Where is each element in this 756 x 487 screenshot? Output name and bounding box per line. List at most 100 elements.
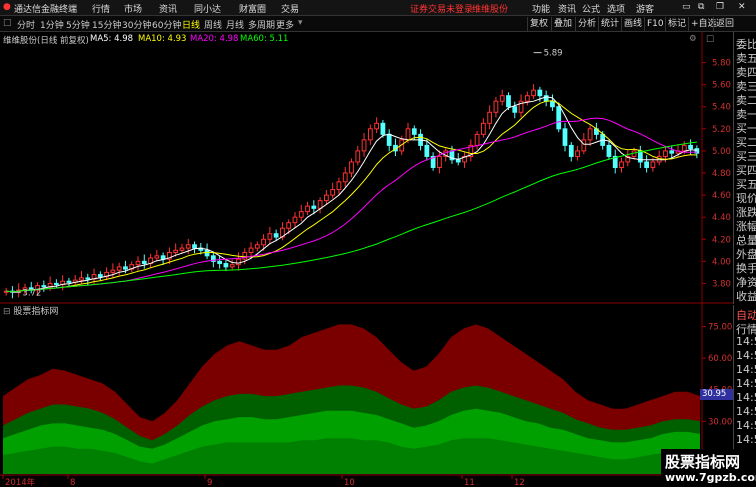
- price-tick-label: 4.00: [712, 257, 731, 267]
- indicator-tick-label: 60.00: [708, 354, 732, 364]
- expand-icon[interactable]: □: [706, 34, 714, 44]
- candle-body: [550, 100, 555, 108]
- menu-wealth[interactable]: 财富圈: [239, 2, 266, 15]
- candle-body: [581, 139, 587, 152]
- stock-name-link[interactable]: 维维股份: [472, 2, 508, 15]
- indicator-icon: ⊟: [3, 307, 14, 317]
- stats-button[interactable]: 统计: [598, 17, 621, 31]
- mark-button[interactable]: 标记: [665, 17, 688, 31]
- tab-period-60min[interactable]: 60分钟: [152, 18, 181, 31]
- candle-body: [267, 233, 273, 240]
- candle-body: [154, 255, 160, 259]
- candle-body: [663, 150, 668, 157]
- candle-body: [499, 95, 505, 102]
- x-tick-label: 8: [70, 478, 75, 487]
- menu-trade[interactable]: 交易: [281, 2, 299, 15]
- candle-body: [644, 161, 650, 168]
- candle-body: [185, 244, 191, 249]
- candle-body: [135, 260, 141, 266]
- candle-body: [28, 287, 34, 291]
- draw-button[interactable]: 画线: [621, 17, 644, 31]
- candle-body: [60, 280, 66, 286]
- candle-body: [167, 252, 172, 260]
- tab-period-daily[interactable]: 日线: [182, 18, 200, 31]
- tab-period-15min[interactable]: 15分钟: [92, 18, 121, 31]
- adjust-button[interactable]: 复权: [527, 17, 550, 31]
- candle-body: [261, 238, 266, 246]
- candle-body: [292, 216, 298, 224]
- close-icon[interactable]: ✕: [738, 2, 746, 12]
- x-tick-label: 10: [344, 478, 355, 487]
- tab-period-1min[interactable]: 1分钟: [40, 18, 64, 31]
- ma10-label: MA10: 4.93: [138, 34, 187, 44]
- candle-body: [537, 89, 543, 97]
- overlay-button[interactable]: 叠加: [551, 17, 574, 31]
- candle-body: [606, 144, 612, 157]
- menu-quotes[interactable]: 行情: [92, 2, 110, 15]
- candle-body: [204, 249, 210, 257]
- candle-body: [405, 128, 411, 141]
- tab-period-30min[interactable]: 30分钟: [122, 18, 151, 31]
- menu-options[interactable]: 选项: [607, 2, 625, 15]
- chevron-down-icon[interactable]: ▾: [298, 18, 303, 28]
- candle-body: [173, 249, 179, 254]
- menu-info[interactable]: 资讯: [558, 2, 576, 15]
- candle-body: [123, 266, 128, 270]
- watermark: 股票指标网 www.7gpzb.com: [661, 449, 756, 487]
- ma-info-bar: 维维股份(日线 前复权) MA5: 4.98 MA10: 4.93 MA20: …: [0, 32, 732, 46]
- tab-period-5min[interactable]: 5分钟: [66, 18, 90, 31]
- menu-tongxiaoda[interactable]: 同小达: [194, 2, 221, 15]
- tab-period-more[interactable]: 更多: [276, 18, 294, 31]
- main-chart-svg: 3.80 4.00 4.20 4.40 4.60 4.80 5.00 5.20 5.40 5.60…: [0, 32, 733, 487]
- candle-body: [455, 159, 461, 163]
- x-tick-label: 11: [464, 478, 475, 487]
- candle-body: [254, 244, 260, 249]
- window-icon[interactable]: ⧉: [698, 2, 704, 12]
- candle-body: [443, 150, 449, 157]
- candle-body: [141, 260, 147, 265]
- restore-icon[interactable]: ❐: [716, 2, 724, 12]
- menu-formula[interactable]: 公式: [582, 2, 600, 15]
- candle-body: [480, 122, 486, 135]
- f10-button[interactable]: F10: [644, 17, 666, 31]
- ma-line: [6, 96, 697, 293]
- candle-body: [210, 255, 216, 262]
- candle-body: [104, 271, 109, 278]
- price-tick-label: 5.60: [712, 81, 731, 91]
- candle-body: [116, 266, 122, 271]
- minimize-icon[interactable]: ▭: [682, 2, 691, 12]
- candle-body: [418, 133, 423, 146]
- analysis-button[interactable]: 分析: [575, 17, 598, 31]
- login-alert[interactable]: 证券交易未登录: [410, 2, 473, 15]
- candle-body: [160, 255, 166, 260]
- candle-body: [286, 222, 292, 229]
- menu-function[interactable]: 功能: [532, 2, 550, 15]
- ma20-label: MA20: 4.98: [190, 34, 239, 44]
- layout-icon[interactable]: □: [3, 18, 12, 28]
- candle-body: [280, 227, 285, 238]
- candle-body: [236, 258, 241, 266]
- indicator-tick-label: 75.00: [708, 323, 732, 333]
- candle-body: [650, 161, 656, 168]
- tab-period-weekly[interactable]: 周线: [204, 18, 222, 31]
- candle-body: [612, 155, 618, 168]
- back-button[interactable]: 返回: [713, 17, 736, 31]
- candle-body: [506, 95, 511, 108]
- candle-body: [462, 155, 467, 163]
- candle-body: [694, 148, 700, 154]
- price-tick-label: 5.80: [712, 59, 731, 69]
- guest-label[interactable]: 游客: [636, 2, 654, 15]
- menu-market[interactable]: 市场: [124, 2, 142, 15]
- tab-period-multi[interactable]: 多周期: [248, 18, 275, 31]
- candle-body: [386, 133, 392, 146]
- candle-body: [317, 200, 323, 209]
- tick-time-label: 14:5: [736, 335, 756, 348]
- candle-body: [217, 260, 223, 265]
- menu-news[interactable]: 资讯: [159, 2, 177, 15]
- candle-body: [3, 290, 9, 293]
- tab-period-fenshi[interactable]: 分时: [17, 18, 35, 31]
- tab-period-monthly[interactable]: 月线: [226, 18, 244, 31]
- annotation-label: 5.89: [544, 49, 563, 59]
- settings-icon[interactable]: ⚙: [689, 34, 697, 44]
- candle-body: [468, 144, 474, 157]
